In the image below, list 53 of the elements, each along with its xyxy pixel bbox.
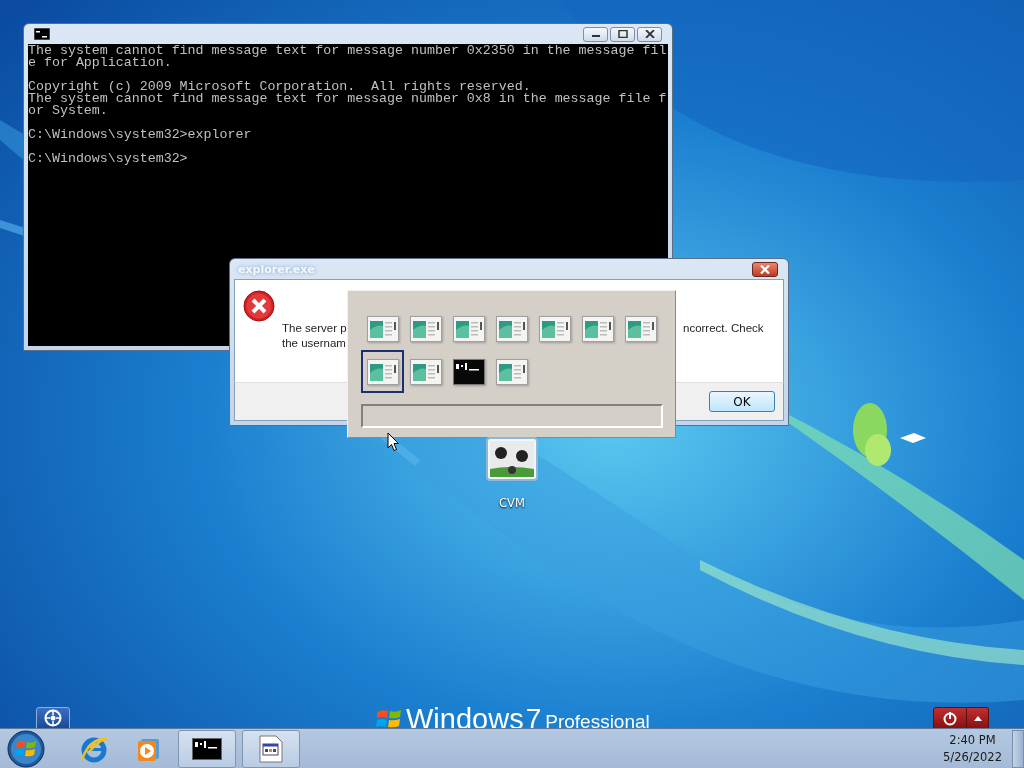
taskbar-button[interactable] xyxy=(178,729,236,768)
window-thumbnail-icon xyxy=(366,315,399,342)
mouse-pointer-icon xyxy=(387,432,399,452)
power-icon xyxy=(942,710,958,726)
console-icon xyxy=(34,28,50,40)
logo-text: Professional xyxy=(545,710,650,734)
windows-flag-icon xyxy=(376,708,402,730)
shutdown-button[interactable] xyxy=(933,707,967,729)
taskbar-button[interactable] xyxy=(242,729,300,768)
console-text: The system cannot find message text for message number 0x2350 in the message fil xyxy=(28,45,668,57)
gadget-button[interactable] xyxy=(36,707,70,729)
window-thumbnail-icon xyxy=(452,315,485,342)
window-thumbnail-icon xyxy=(366,358,399,385)
message-text: the usernam xyxy=(282,336,347,351)
clock-date: 5/26/2022 xyxy=(943,748,1002,766)
window-thumbnail-icon xyxy=(495,358,528,385)
console-text: The system cannot find message text for message number 0x8 in the message file f xyxy=(28,93,668,105)
console-icon xyxy=(192,737,222,760)
window-thumbnail-icon xyxy=(538,315,571,342)
window-thumbnail-icon xyxy=(581,315,614,342)
message-text: ncorrect. Check xyxy=(683,321,765,336)
caret-icon xyxy=(973,715,982,721)
close-icon xyxy=(644,30,655,38)
window-thumbnail-icon xyxy=(409,358,442,385)
bird-icon xyxy=(900,432,926,444)
switcher-item[interactable] xyxy=(361,350,404,393)
console-text: Copyright (c) 2009 Microsoft Corporation. All rights reserved. xyxy=(28,81,531,93)
console-thumbnail-icon xyxy=(452,358,485,385)
minimize-button[interactable] xyxy=(583,26,608,42)
window-thumbnail-icon xyxy=(409,315,442,342)
message-text: The server p xyxy=(282,321,347,336)
clock-time: 2:40 PM xyxy=(949,731,996,749)
console-text: or System. xyxy=(28,105,109,117)
ok-button[interactable]: OK xyxy=(709,391,775,412)
window-thumbnail-icon xyxy=(495,315,528,342)
clock[interactable]: 2:40 PM 5/26/2022 xyxy=(939,731,1006,766)
maximize-button[interactable] xyxy=(610,26,635,42)
error-icon xyxy=(243,290,275,322)
document-icon xyxy=(259,734,283,763)
close-icon xyxy=(759,264,771,274)
maximize-icon xyxy=(617,30,628,38)
logo-text: 7 xyxy=(525,703,542,735)
console-text: C:\Windows\system32> xyxy=(28,153,189,165)
close-button[interactable] xyxy=(752,261,778,277)
console-text: e for Application. xyxy=(28,57,173,69)
start-button[interactable] xyxy=(4,729,48,768)
window-thumbnail-icon xyxy=(624,315,657,342)
console-text: C:\Windows\system32>explorer xyxy=(28,129,253,141)
close-button[interactable] xyxy=(637,26,662,42)
dial-icon xyxy=(43,709,63,727)
options-button[interactable] xyxy=(967,707,989,729)
leaves-drawing xyxy=(852,402,892,468)
windows-orb-icon xyxy=(6,728,46,768)
